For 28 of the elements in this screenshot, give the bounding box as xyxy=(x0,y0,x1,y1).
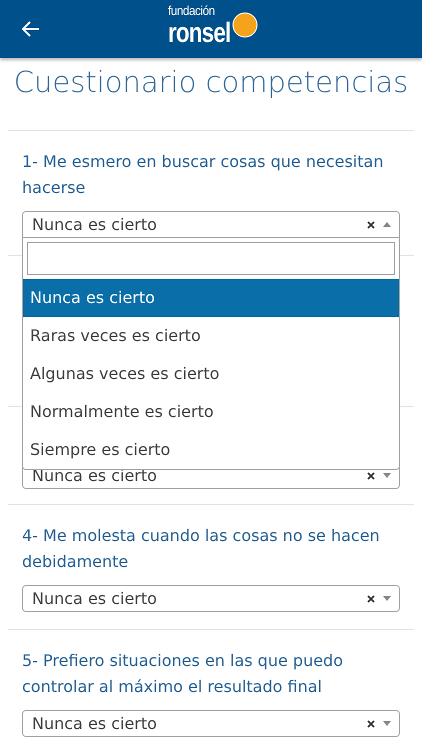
caret-down-icon[interactable] xyxy=(383,596,391,601)
select-value: Nunca es cierto xyxy=(32,468,158,484)
select-value: Nunca es cierto xyxy=(32,216,158,232)
logo-circle-icon xyxy=(232,12,258,38)
question-text: 4- Me molesta cuando las cosas no se hacen debidamente xyxy=(22,525,381,573)
logo-text: ronsel xyxy=(168,18,230,48)
caret-up-icon[interactable] xyxy=(383,222,391,227)
search-field[interactable] xyxy=(27,242,395,275)
question-text: 5- Prefiero situaciones en las que puedo controlar al máximo el resultado final xyxy=(22,650,344,698)
select-field[interactable]: Nunca es cierto xyxy=(22,710,400,737)
select-value: Nunca es cierto xyxy=(32,590,158,606)
back-arrow-icon[interactable] xyxy=(22,21,40,37)
dropdown-option[interactable]: Nunca es cierto xyxy=(23,279,399,317)
select-field[interactable]: Nunca es cierto xyxy=(22,211,400,238)
clear-icon[interactable] xyxy=(367,594,375,602)
clear-icon[interactable] xyxy=(367,220,375,228)
dropdown-option[interactable]: Raras veces es cierto xyxy=(23,317,399,355)
dropdown-option[interactable]: Normalmente es cierto xyxy=(23,393,399,431)
question-text: 1- Me esmero en buscar cosas que necesitan hacerse xyxy=(22,151,384,199)
select-value: Nunca es cierto xyxy=(32,716,158,732)
clear-icon[interactable] xyxy=(367,472,375,480)
clear-icon[interactable] xyxy=(367,720,375,728)
logo-text: fundación xyxy=(168,4,215,18)
page-title: Cuestionario competencias xyxy=(12,64,410,101)
dropdown-option[interactable]: Algunas veces es cierto xyxy=(23,355,399,393)
caret-down-icon[interactable] xyxy=(383,721,391,726)
select-field[interactable]: Nunca es cierto xyxy=(22,585,400,612)
caret-down-icon[interactable] xyxy=(383,473,391,478)
